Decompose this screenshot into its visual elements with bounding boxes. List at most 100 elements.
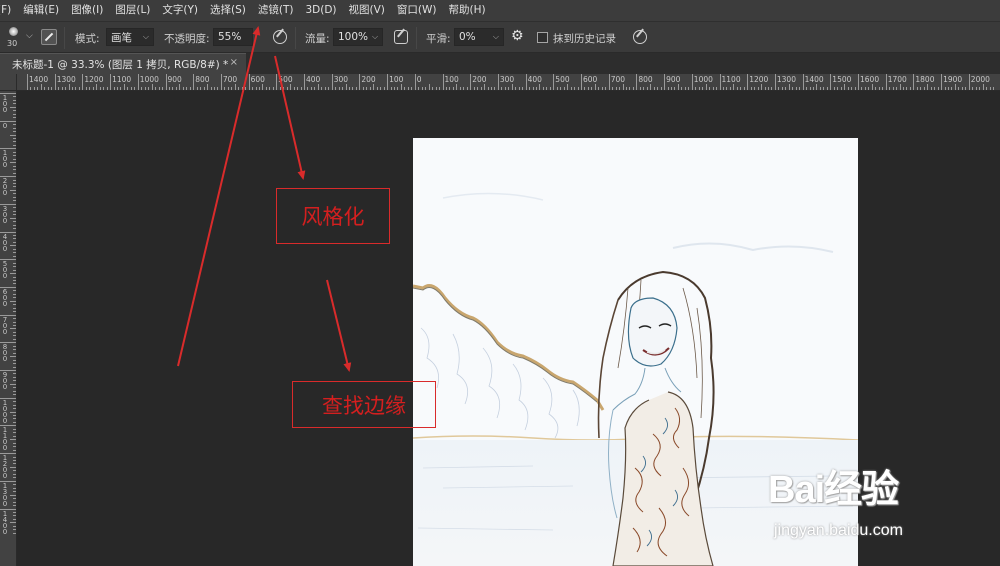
- ruler-label: 300: [2, 204, 8, 225]
- ruler-minor-tick: [421, 87, 423, 90]
- ruler-minor-tick: [13, 432, 16, 434]
- ruler-minor-tick: [948, 87, 950, 90]
- ruler-minor-tick: [30, 87, 32, 90]
- ruler-minor-tick: [96, 84, 98, 90]
- ruler-tick: [54, 74, 56, 90]
- ruler-label: 1000: [2, 398, 8, 425]
- menu-item-0[interactable]: (F): [0, 0, 17, 21]
- brush-settings-panel-icon[interactable]: [41, 29, 57, 45]
- ruler-tick: [774, 74, 776, 90]
- ruler-minor-tick: [13, 179, 16, 181]
- ruler-minor-tick: [480, 87, 482, 90]
- ruler-minor-tick: [200, 87, 202, 90]
- ruler-minor-tick: [13, 304, 16, 306]
- ruler-minor-tick: [449, 87, 451, 90]
- smoothing-input[interactable]: 0% ⌵: [454, 28, 504, 46]
- ruler-minor-tick: [255, 87, 257, 90]
- ruler-minor-tick: [265, 87, 267, 90]
- ruler-label: 700: [2, 315, 8, 336]
- smoothing-value: 0%: [459, 31, 476, 43]
- ruler-minor-tick: [951, 87, 953, 90]
- ruler-minor-tick: [695, 87, 697, 90]
- erase-history-checkbox[interactable]: [537, 32, 548, 43]
- ruler-minor-tick: [355, 87, 357, 90]
- ruler-minor-tick: [13, 321, 16, 323]
- ruler-tick: [359, 74, 361, 90]
- chevron-down-icon[interactable]: ⌵: [26, 31, 33, 41]
- ruler-tick: [165, 74, 167, 90]
- ruler-minor-tick: [10, 189, 16, 191]
- ruler-minor-tick: [896, 87, 898, 90]
- brush-preset-picker[interactable]: 30: [4, 25, 24, 49]
- ruler-minor-tick: [262, 84, 264, 90]
- ruler-minor-tick: [698, 87, 700, 90]
- ruler-minor-tick: [13, 127, 16, 129]
- ruler-minor-tick: [189, 87, 191, 90]
- ruler-minor-tick: [10, 356, 16, 358]
- gear-icon[interactable]: ⚙: [511, 28, 524, 44]
- ruler-tick: [82, 74, 84, 90]
- ruler-minor-tick: [13, 252, 16, 254]
- ruler-minor-tick: [217, 87, 219, 90]
- ruler-minor-tick: [643, 87, 645, 90]
- ruler-label: 500: [555, 75, 570, 84]
- ruler-minor-tick: [785, 87, 787, 90]
- ruler-minor-tick: [13, 269, 16, 271]
- ruler-minor-tick: [871, 84, 873, 90]
- ruler-minor-tick: [653, 87, 655, 90]
- menu-item-3[interactable]: 图层(L): [109, 0, 156, 21]
- ruler-minor-tick: [681, 87, 683, 90]
- menu-item-2[interactable]: 图像(I): [65, 0, 109, 21]
- ruler-minor-tick: [13, 183, 16, 185]
- menu-item-6[interactable]: 滤镜(T): [252, 0, 300, 21]
- divider: [416, 27, 417, 49]
- ruler-minor-tick: [504, 87, 506, 90]
- ruler-minor-tick: [158, 87, 160, 90]
- menu-item-7[interactable]: 3D(D): [299, 0, 342, 21]
- ruler-minor-tick: [134, 87, 136, 90]
- flow-input[interactable]: 100% ⌵: [333, 28, 383, 46]
- ruler-minor-tick: [13, 387, 16, 389]
- ruler-minor-tick: [283, 87, 285, 90]
- ruler-minor-tick: [89, 87, 91, 90]
- menu-item-1[interactable]: 编辑(E): [17, 0, 65, 21]
- ruler-minor-tick: [13, 248, 16, 250]
- ruler-minor-tick: [13, 214, 16, 216]
- horizontal-ruler[interactable]: 1400 1300 1200 1100 1000 900 800 700 600 500 400 30…: [17, 74, 1000, 91]
- ruler-label: 800: [195, 75, 210, 84]
- ruler-minor-tick: [407, 87, 409, 90]
- ruler-minor-tick: [272, 87, 274, 90]
- ruler-minor-tick: [179, 84, 181, 90]
- ruler-minor-tick: [809, 87, 811, 90]
- close-icon[interactable]: ×: [230, 57, 238, 68]
- ruler-minor-tick: [13, 318, 16, 320]
- ruler-minor-tick: [930, 87, 932, 90]
- ruler-minor-tick: [961, 87, 963, 90]
- ruler-tick: [27, 74, 28, 90]
- menu-item-9[interactable]: 窗口(W): [391, 0, 443, 21]
- ruler-minor-tick: [13, 241, 16, 243]
- ruler-origin[interactable]: [0, 74, 17, 91]
- ruler-minor-tick: [13, 141, 16, 143]
- ruler-minor-tick: [428, 84, 430, 90]
- ruler-minor-tick: [148, 87, 150, 90]
- menu-item-4[interactable]: 文字(Y): [156, 0, 204, 21]
- ruler-label: 600: [583, 75, 598, 84]
- ruler-label: 300: [499, 75, 515, 84]
- ruler-minor-tick: [13, 511, 16, 513]
- vertical-ruler[interactable]: 100 0 100 200 300 400 500 600 700 800 900 1000 1100 1…: [0, 91, 17, 566]
- ruler-label: 1400: [2, 509, 8, 536]
- airbrush-icon[interactable]: [394, 30, 408, 44]
- pressure-opacity-icon[interactable]: [273, 30, 287, 44]
- pressure-size-icon[interactable]: [633, 30, 647, 44]
- opacity-input[interactable]: 55%: [213, 28, 253, 46]
- menu-item-8[interactable]: 视图(V): [343, 0, 391, 21]
- ruler-minor-tick: [570, 87, 572, 90]
- ruler-minor-tick: [473, 87, 475, 90]
- menu-item-5[interactable]: 选择(S): [204, 0, 252, 21]
- ruler-minor-tick: [123, 84, 125, 90]
- document-tab[interactable]: 未标题-1 @ 33.3% (图层 1 拷贝, RGB/8#) * ×: [0, 53, 246, 74]
- menu-item-10[interactable]: 帮助(H): [443, 0, 492, 21]
- ruler-minor-tick: [622, 84, 624, 90]
- mode-select[interactable]: 画笔 ⌵: [106, 28, 154, 46]
